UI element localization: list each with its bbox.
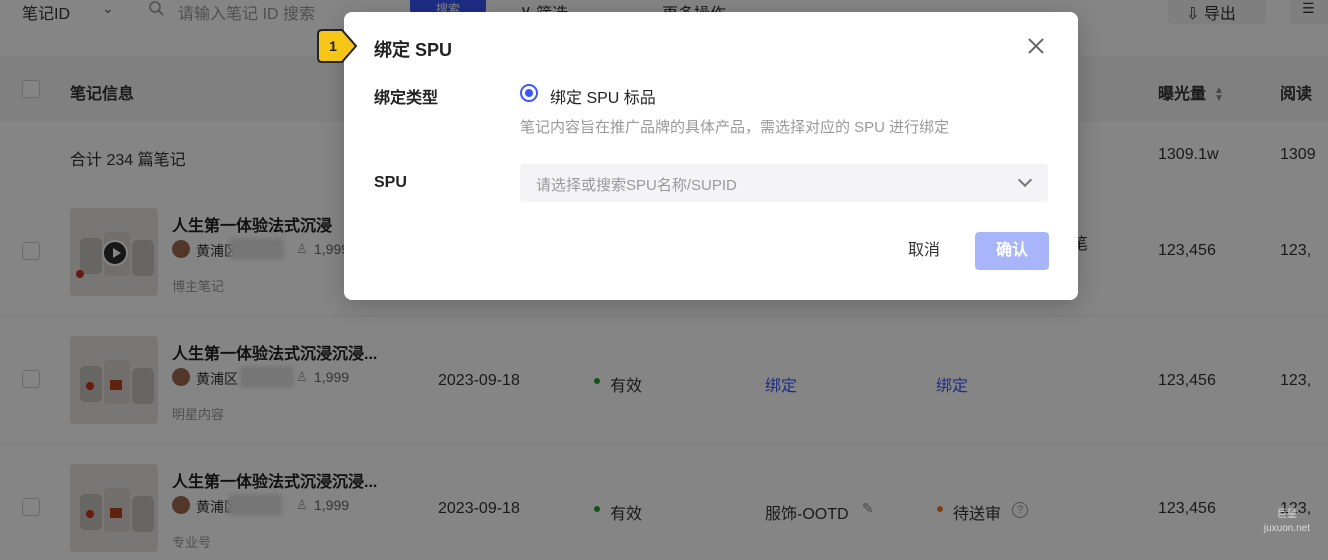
dialog-title: 绑定 SPU (374, 40, 453, 60)
radio-option-label[interactable]: 绑定 SPU 标品 (550, 84, 656, 108)
cancel-button[interactable]: 取消 (890, 232, 958, 270)
watermark-line2: juxuon.net (1263, 523, 1310, 534)
bind-type-hint: 笔记内容旨在推广品牌的具体产品，需选择对应的 SPU 进行绑定 (520, 119, 950, 136)
step-number: 1 (329, 38, 337, 54)
spu-select[interactable]: 请选择或搜索SPU名称/SUPID (520, 164, 1048, 202)
spu-label: SPU (374, 174, 407, 191)
close-icon[interactable] (1026, 36, 1046, 56)
chevron-down-icon (1017, 172, 1033, 188)
watermark-line1: 巨量 (1276, 509, 1297, 520)
bind-spu-dialog: 1 绑定 SPU 绑定类型 绑定 SPU 标品 笔记内容旨在推广品牌的具体产品，… (317, 12, 1078, 300)
bind-type-label: 绑定类型 (374, 90, 439, 107)
step-badge: 1 (317, 29, 358, 63)
spu-select-placeholder: 请选择或搜索SPU名称/SUPID (536, 177, 737, 194)
confirm-button[interactable]: 确认 (975, 232, 1049, 270)
spu-standard-radio[interactable] (520, 84, 538, 102)
watermark: 巨量 juxuon.net (1264, 508, 1310, 536)
